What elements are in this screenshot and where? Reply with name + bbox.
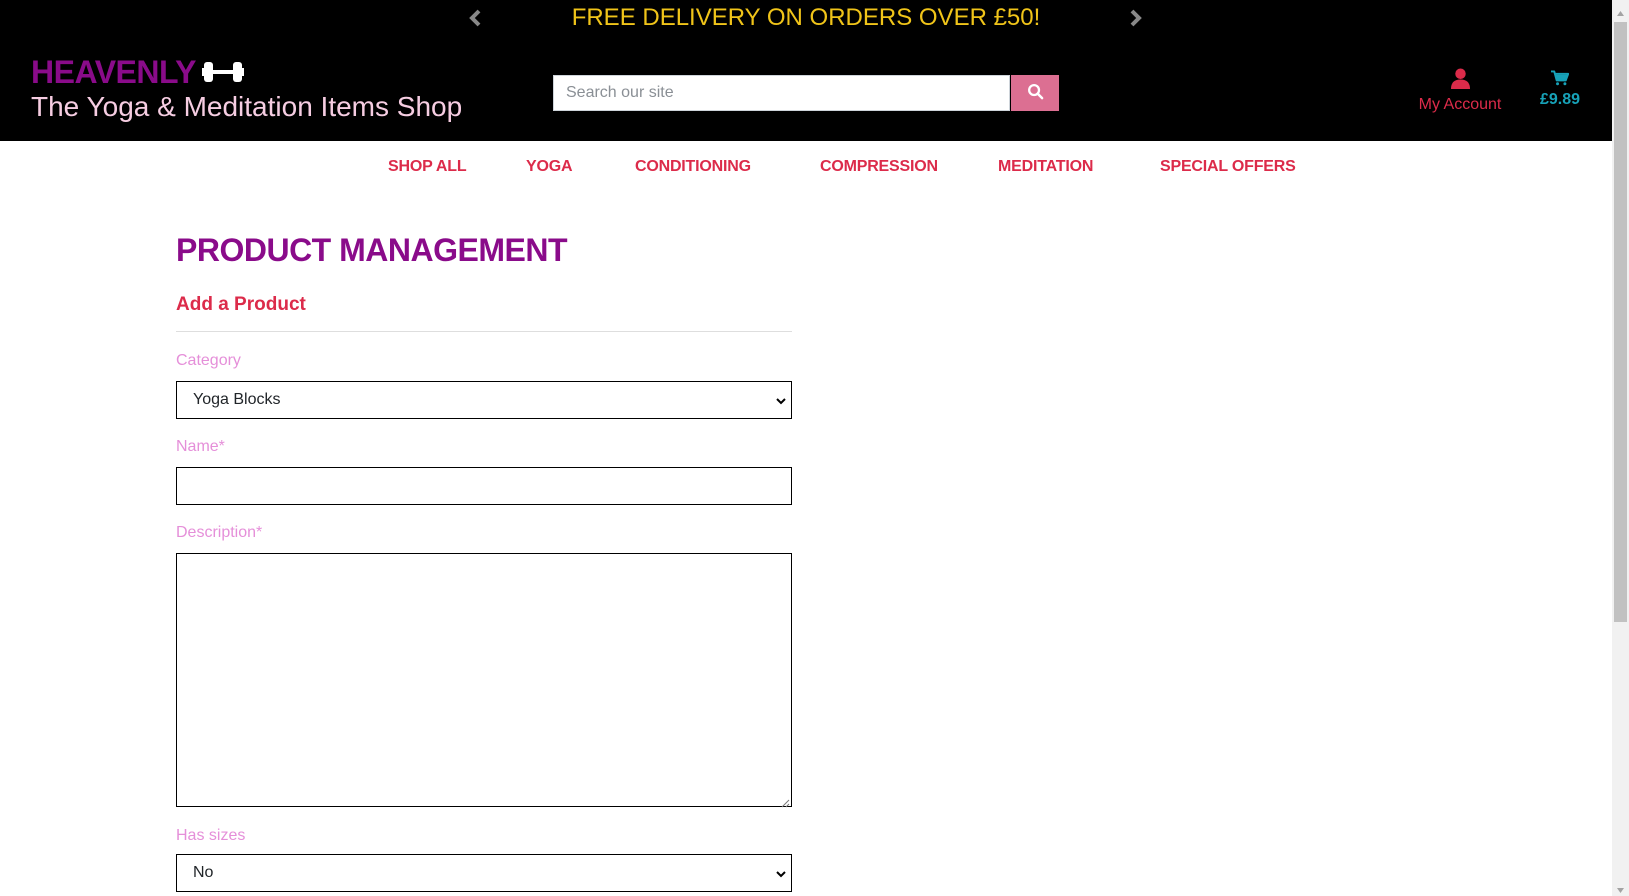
promo-banner-text: FREE DELIVERY ON ORDERS OVER £50! xyxy=(571,4,1041,31)
user-icon xyxy=(1450,68,1470,93)
dumbbell-icon xyxy=(201,57,244,87)
has-sizes-label: Has sizes xyxy=(176,827,246,844)
scroll-up-icon[interactable] xyxy=(1616,5,1625,16)
has-sizes-value: No xyxy=(193,864,214,881)
has-sizes-select[interactable]: No xyxy=(176,854,792,892)
scroll-down-icon[interactable] xyxy=(1616,882,1625,893)
resize-handle-icon[interactable] xyxy=(780,795,790,808)
name-field[interactable] xyxy=(176,467,792,505)
nav-item-shop-all[interactable]: SHOP ALL xyxy=(388,158,467,176)
cart-icon xyxy=(1551,70,1570,90)
description-field[interactable] xyxy=(176,553,792,808)
category-label: Category xyxy=(176,352,241,369)
nav-item-conditioning[interactable]: CONDITIONING xyxy=(635,158,751,176)
site-tagline: The Yoga & Meditation Items Shop xyxy=(31,91,463,122)
category-value: Yoga Blocks xyxy=(193,391,281,408)
chevron-right-icon[interactable] xyxy=(1125,8,1145,28)
chevron-down-icon xyxy=(775,394,787,406)
name-label: Name* xyxy=(176,438,225,455)
nav-item-meditation[interactable]: MEDITATION xyxy=(998,158,1093,176)
search-button[interactable] xyxy=(1011,75,1059,111)
site-logo[interactable]: HEAVENLY The Yoga & Meditation Items Sho… xyxy=(31,54,462,124)
my-account-link[interactable]: My Account xyxy=(1410,68,1510,114)
page-subtitle: Add a Product xyxy=(176,294,306,315)
search-input[interactable] xyxy=(553,75,1010,111)
page-title: PRODUCT MANAGEMENT xyxy=(176,232,567,268)
cart-link[interactable]: £9.89 xyxy=(1530,70,1590,109)
nav-item-compression[interactable]: COMPRESSION xyxy=(820,158,938,176)
chevron-down-icon xyxy=(775,867,787,879)
divider xyxy=(176,331,792,332)
scrollbar-thumb[interactable] xyxy=(1614,22,1627,622)
page-scrollbar[interactable] xyxy=(1612,0,1629,896)
my-account-label: My Account xyxy=(1418,96,1502,113)
site-header: FREE DELIVERY ON ORDERS OVER £50! HEAVEN… xyxy=(0,0,1612,141)
search-icon xyxy=(1027,83,1044,103)
category-select[interactable]: Yoga Blocks xyxy=(176,381,792,419)
nav-item-yoga[interactable]: YOGA xyxy=(526,158,573,176)
description-label: Description* xyxy=(176,524,263,541)
brand-name: HEAVENLY xyxy=(31,54,196,90)
cart-total: £9.89 xyxy=(1539,91,1581,108)
main-nav: SHOP ALL YOGA CONDITIONING COMPRESSION M… xyxy=(0,158,1612,182)
nav-item-special-offers[interactable]: SPECIAL OFFERS xyxy=(1160,158,1296,176)
